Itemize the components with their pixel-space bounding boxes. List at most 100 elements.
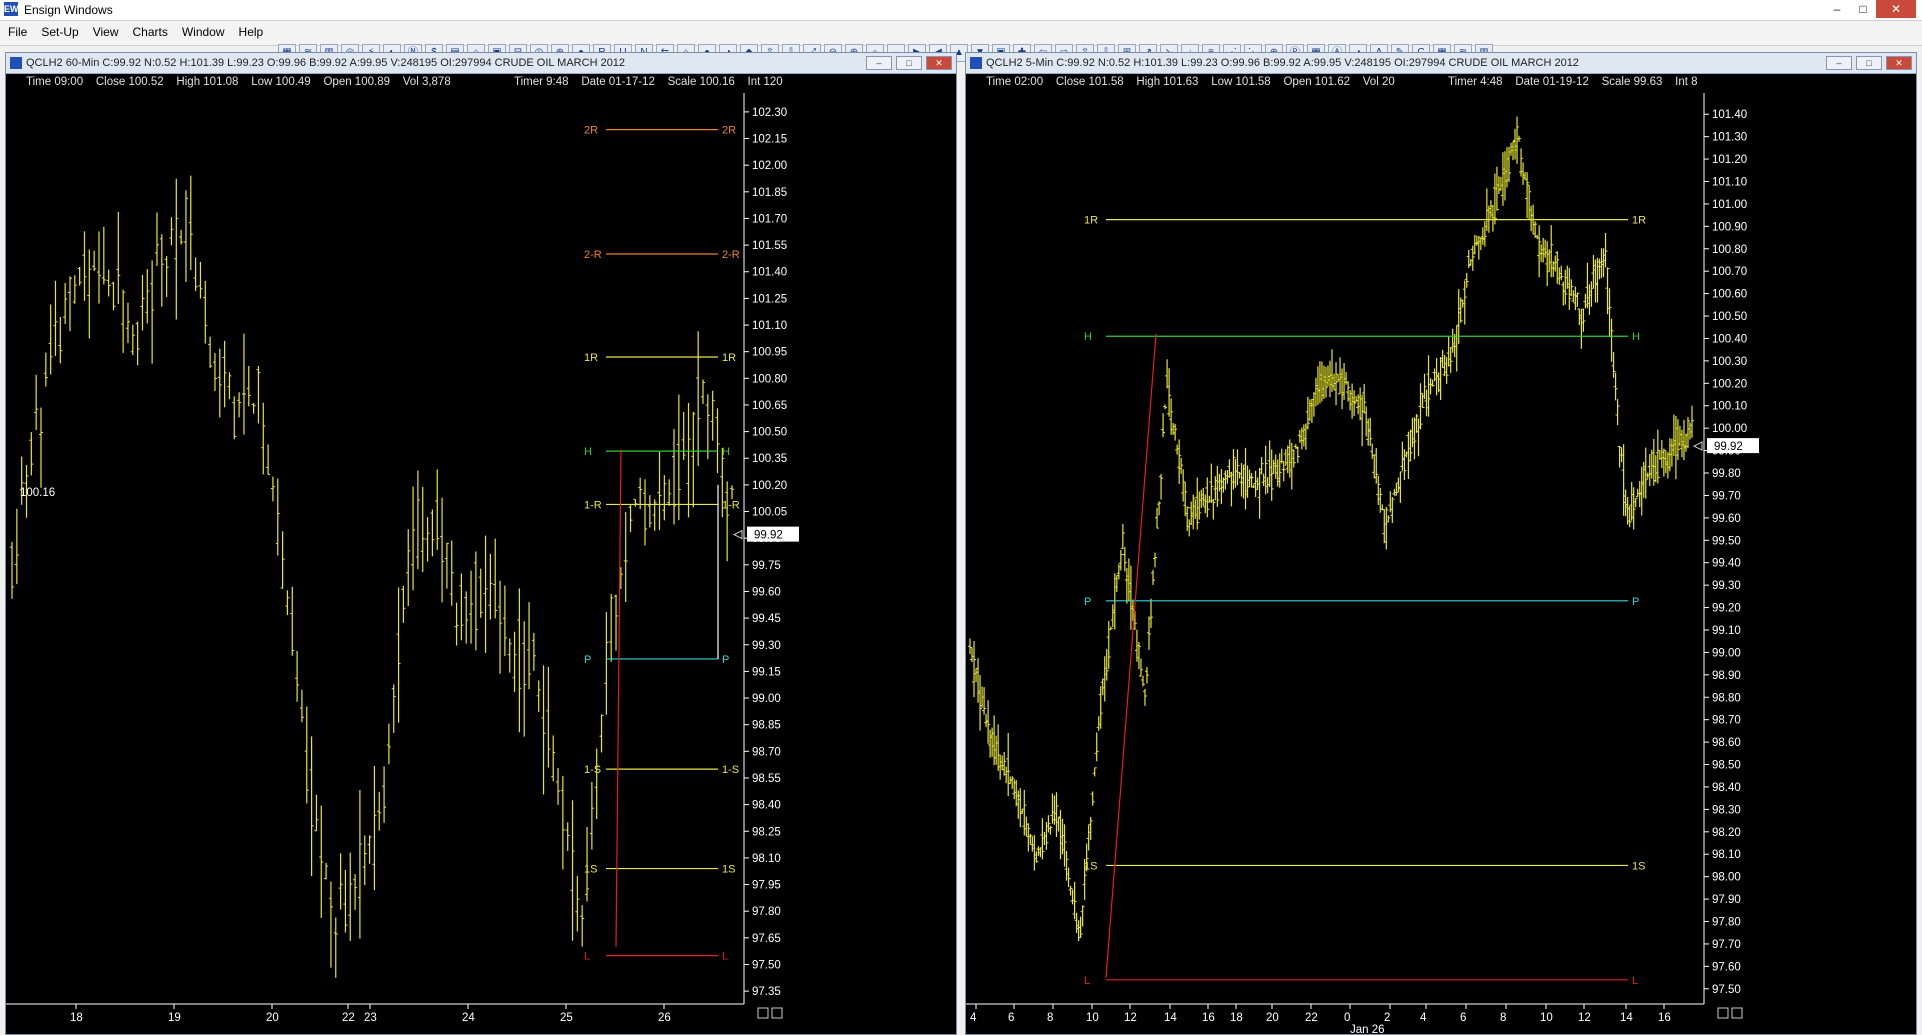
x-tick-label: 10 xyxy=(1086,1012,1099,1024)
range-line xyxy=(1105,333,1157,978)
y-tick-label: 98.50 xyxy=(1712,760,1741,772)
y-tick-label: 100.80 xyxy=(752,373,787,385)
minimize-button[interactable]: – xyxy=(1824,0,1850,18)
y-tick-label: 97.60 xyxy=(1712,961,1741,973)
pivot-label-right: 1-R xyxy=(722,499,740,511)
y-tick-label: 99.40 xyxy=(1712,558,1741,570)
y-tick-label: 98.10 xyxy=(1712,849,1741,861)
y-tick-label: 97.70 xyxy=(1712,939,1741,951)
y-tick-label: 98.30 xyxy=(1712,804,1741,816)
chart-title: QCLH2 60-Min C:99.92 N:0.52 H:101.39 L:9… xyxy=(26,57,626,69)
x-axis-panel xyxy=(6,1005,956,1034)
y-tick-label: 100.05 xyxy=(752,507,787,519)
chart-icon xyxy=(970,57,982,69)
chart-window-5min[interactable]: QCLH2 5-Min C:99.92 N:0.52 H:101.39 L:99… xyxy=(965,52,1917,1035)
pivot-label-left: H xyxy=(1084,331,1092,343)
pivot-label-right: P xyxy=(1632,596,1639,608)
x-tick-label: 14 xyxy=(1164,1012,1177,1024)
close-button[interactable]: ✕ xyxy=(1876,0,1916,18)
y-tick-label: 100.20 xyxy=(1712,378,1747,390)
y-tick-label: 97.80 xyxy=(752,906,781,918)
app-titlebar: EW Ensign Windows – □ ✕ xyxy=(0,0,1922,21)
maximize-button[interactable]: □ xyxy=(1850,0,1876,18)
menu-charts[interactable]: Charts xyxy=(133,25,168,39)
y-tick-label: 102.30 xyxy=(752,107,787,119)
y-tick-label: 99.15 xyxy=(752,666,781,678)
y-tick-label: 100.35 xyxy=(752,453,787,465)
pivot-label-left: 2-R xyxy=(584,249,602,261)
x-tick-label: 16 xyxy=(1202,1012,1215,1024)
menu-file[interactable]: File xyxy=(8,25,27,39)
y-tick-label: 99.75 xyxy=(752,560,781,572)
pivot-label-left: L xyxy=(584,951,590,963)
chart-window-60min[interactable]: QCLH2 60-Min C:99.92 N:0.52 H:101.39 L:9… xyxy=(5,52,957,1035)
y-tick-label: 97.65 xyxy=(752,933,781,945)
pivot-label-left: H xyxy=(584,446,592,458)
x-tick-label: 6 xyxy=(1460,1012,1466,1024)
price-bars xyxy=(968,116,1694,941)
last-price-label: 99.92 xyxy=(754,530,783,542)
y-tick-label: 101.10 xyxy=(752,320,787,332)
pivot-label-right: P xyxy=(722,654,729,666)
y-tick-label: 100.30 xyxy=(1712,356,1747,368)
menu-window[interactable]: Window xyxy=(182,25,225,39)
x-tick-label: 0 xyxy=(1344,1012,1350,1024)
chart-restore-button[interactable]: □ xyxy=(896,56,922,70)
y-tick-label: 100.70 xyxy=(1712,266,1747,278)
price-chart-svg[interactable]: 101.40 101.30 101.20 101.10 101.00 100.90 100.… xyxy=(966,93,1916,1034)
pivot-label-right: H xyxy=(722,446,730,458)
chart-info-timer: Timer 9:48 Date 01-17-12 Scale 100.16 In… xyxy=(514,76,783,88)
price-chart-svg[interactable]: 102.30 102.15 102.00 101.85 101.70 101.55 101.… xyxy=(6,93,956,1034)
pivot-label-right: 1-S xyxy=(722,764,739,776)
pivot-label-left: L xyxy=(1084,975,1090,987)
menu-setup[interactable]: Set-Up xyxy=(41,25,78,39)
chart-caption[interactable]: QCLH2 5-Min C:99.92 N:0.52 H:101.39 L:99… xyxy=(966,53,1916,74)
pivot-label-left: 1R xyxy=(1084,215,1098,227)
y-tick-label: 98.40 xyxy=(752,800,781,812)
pivot-label-left: 2R xyxy=(584,125,598,137)
y-tick-label: 100.50 xyxy=(752,427,787,439)
pivot-label-right: 1S xyxy=(1632,860,1645,872)
chart-minimize-button[interactable]: – xyxy=(866,56,892,70)
y-tick-label: 98.85 xyxy=(752,720,781,732)
y-tick-label: 101.85 xyxy=(752,187,787,199)
chart-info-text: Time 02:00 Close 101.58 High 101.63 Low … xyxy=(986,76,1395,88)
chart-caption[interactable]: QCLH2 60-Min C:99.92 N:0.52 H:101.39 L:9… xyxy=(6,53,956,74)
y-tick-label: 98.90 xyxy=(1712,670,1741,682)
y-tick-label: 101.55 xyxy=(752,240,787,252)
chart-icon xyxy=(10,57,22,69)
x-tick-label: 6 xyxy=(1008,1012,1014,1024)
y-tick-label: 100.20 xyxy=(752,480,787,492)
x-tick-label: 10 xyxy=(1540,1012,1553,1024)
y-tick-label: 101.00 xyxy=(1712,199,1747,211)
pivot-label-right: L xyxy=(1632,975,1638,987)
y-tick-label: 98.10 xyxy=(752,853,781,865)
pivot-label-left: 1S xyxy=(1084,860,1097,872)
chart-minimize-button[interactable]: – xyxy=(1826,56,1852,70)
menu-help[interactable]: Help xyxy=(239,25,264,39)
cursor-price-label: 100.16 xyxy=(20,487,55,499)
last-price-label: 99.92 xyxy=(1714,441,1743,453)
pivot-label-left: 1S xyxy=(584,864,597,876)
y-tick-label: 100.00 xyxy=(1712,423,1747,435)
pivot-label-right: 1S xyxy=(722,864,735,876)
y-tick-label: 100.80 xyxy=(1712,244,1747,256)
y-tick-label: 99.60 xyxy=(752,586,781,598)
x-tick-label: 4 xyxy=(1420,1012,1427,1024)
price-bars xyxy=(10,175,734,978)
price-plot-60min[interactable]: 102.30 102.15 102.00 101.85 101.70 101.55 101.… xyxy=(6,93,956,1034)
y-tick-label: 97.35 xyxy=(752,986,781,998)
y-tick-label: 100.60 xyxy=(1712,289,1747,301)
pivot-label-right: 2-R xyxy=(722,249,740,261)
y-tick-label: 99.00 xyxy=(752,693,781,705)
x-tick-label: 12 xyxy=(1578,1012,1591,1024)
chart-restore-button[interactable]: □ xyxy=(1856,56,1882,70)
menu-view[interactable]: View xyxy=(93,25,119,39)
chart-close-button[interactable]: ✕ xyxy=(1886,56,1912,70)
y-axis-panel xyxy=(745,93,956,1004)
price-plot-5min[interactable]: 101.40 101.30 101.20 101.10 101.00 100.90 100.… xyxy=(966,93,1916,1034)
x-tick-label: 18 xyxy=(1230,1012,1243,1024)
chart-close-button[interactable]: ✕ xyxy=(926,56,952,70)
x-tick-label: 26 xyxy=(658,1012,671,1024)
chart-title: QCLH2 5-Min C:99.92 N:0.52 H:101.39 L:99… xyxy=(986,57,1579,69)
